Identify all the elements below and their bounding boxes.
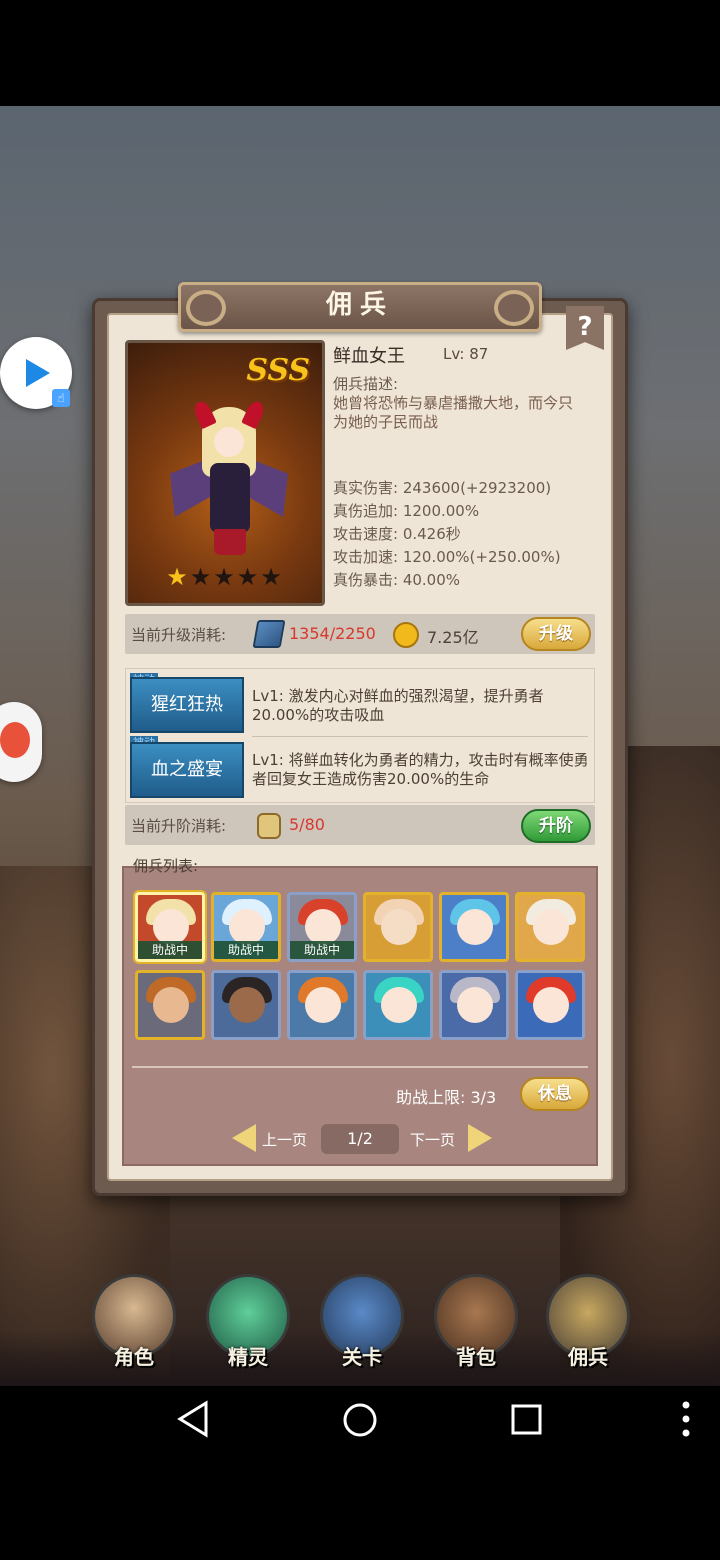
prev-page-arrow-icon[interactable] bbox=[232, 1124, 256, 1152]
description-text: 她曾将恐怖与暴虐播撒大地，而今只为她的子民而战 bbox=[333, 394, 574, 431]
mercenary-card[interactable] bbox=[211, 970, 281, 1040]
nav-label: 佣兵 bbox=[568, 1345, 608, 1369]
panel-title: 佣兵 bbox=[325, 290, 394, 320]
stat-attack-acceleration: 攻击加速: 120.00%(+250.00%) bbox=[333, 548, 561, 566]
hero-portrait: SSS ★★★★★ bbox=[125, 340, 325, 606]
stat-attack-speed: 攻击速度: 0.426秒 bbox=[333, 525, 461, 543]
recent-apps-icon[interactable] bbox=[510, 1403, 544, 1437]
description-label: 佣兵描述: bbox=[333, 375, 399, 393]
upgrade-button[interactable]: 升级 bbox=[521, 617, 591, 651]
star-icon-empty: ★ bbox=[260, 563, 284, 591]
book-cost: 1354/2250 bbox=[289, 624, 376, 643]
nav-label: 角色 bbox=[114, 1345, 154, 1369]
mercenary-card[interactable] bbox=[439, 970, 509, 1040]
prev-page-button[interactable]: 上一页 bbox=[262, 1129, 307, 1150]
gold-cost: 7.25亿 bbox=[427, 628, 479, 647]
mercenary-card[interactable]: 助战中 bbox=[135, 892, 205, 962]
tap-hand-icon: ☝ bbox=[52, 389, 70, 407]
skill-name-button[interactable]: 猩红狂热 bbox=[130, 677, 244, 733]
mercenary-card[interactable]: 助战中 bbox=[287, 892, 357, 962]
mercenary-card[interactable] bbox=[287, 970, 357, 1040]
advance-material-icon bbox=[257, 813, 281, 839]
mercenary-card[interactable]: 助战中 bbox=[211, 892, 281, 962]
nav-stage[interactable]: 关卡 bbox=[314, 1270, 410, 1380]
mercenary-card[interactable] bbox=[439, 892, 509, 962]
star-icon-filled: ★ bbox=[166, 563, 190, 591]
assisting-badge: 助战中 bbox=[290, 941, 354, 959]
more-options-icon[interactable] bbox=[682, 1400, 690, 1440]
advance-cost-bar: 当前升阶消耗: 5/80 升阶 bbox=[125, 805, 595, 845]
skill-divider bbox=[252, 736, 588, 737]
nav-label: 背包 bbox=[456, 1345, 496, 1369]
stat-true-damage: 真实伤害: 243600(+2923200) bbox=[333, 479, 552, 497]
skill-book-icon bbox=[252, 620, 286, 648]
gold-coin-icon bbox=[393, 622, 419, 648]
list-divider bbox=[132, 1066, 588, 1068]
rest-button[interactable]: 休息 bbox=[520, 1077, 590, 1111]
page-indicator: 1/2 bbox=[321, 1124, 399, 1154]
stat-true-damage-bonus: 真伤追加: 1200.00% bbox=[333, 502, 480, 520]
mercenary-card[interactable] bbox=[363, 892, 433, 962]
home-icon[interactable] bbox=[340, 1400, 380, 1440]
mercenary-card[interactable] bbox=[363, 970, 433, 1040]
hero-name: 鲜血女王 bbox=[333, 346, 405, 367]
hero-level: Lv: 87 bbox=[443, 345, 489, 363]
advance-cost-label: 当前升阶消耗: bbox=[131, 817, 227, 835]
nav-spirit[interactable]: 精灵 bbox=[200, 1270, 296, 1380]
nav-mercenary[interactable]: 佣兵 bbox=[540, 1270, 636, 1380]
nav-backpack[interactable]: 背包 bbox=[428, 1270, 524, 1380]
skill-description: Lv1: 激发内心对鲜血的强烈渴望，提升勇者20.00%的攻击吸血 bbox=[252, 687, 544, 724]
nav-label: 关卡 bbox=[342, 1345, 382, 1369]
next-page-arrow-icon[interactable] bbox=[468, 1124, 492, 1152]
assisting-badge: 助战中 bbox=[138, 941, 202, 959]
nav-character[interactable]: 角色 bbox=[86, 1270, 182, 1380]
floating-assistant-button[interactable] bbox=[0, 702, 42, 782]
star-icon-empty: ★ bbox=[189, 563, 214, 591]
assist-limit: 助战上限: 3/3 bbox=[396, 1088, 497, 1107]
mercenary-card[interactable] bbox=[135, 970, 205, 1040]
next-page-button[interactable]: 下一页 bbox=[410, 1129, 455, 1150]
mercenary-card[interactable] bbox=[515, 970, 585, 1040]
star-icon-empty: ★ bbox=[213, 563, 237, 591]
upgrade-cost-label: 当前升级消耗: bbox=[131, 626, 227, 644]
nav-label: 精灵 bbox=[228, 1345, 268, 1369]
advance-cost: 5/80 bbox=[289, 815, 325, 834]
star-icon-empty: ★ bbox=[236, 563, 261, 591]
play-icon bbox=[26, 359, 50, 387]
skill-description: Lv1: 将鲜血转化为勇者的精力，攻击时有概率使勇者回复女王造成伤害20.00%… bbox=[252, 751, 589, 788]
star-rating: ★★★★★ bbox=[128, 563, 322, 591]
mercenary-list-label: 佣兵列表: bbox=[133, 857, 199, 875]
skill-name-button[interactable]: 血之盛宴 bbox=[130, 742, 244, 798]
stat-true-crit: 真伤暴击: 40.00% bbox=[333, 571, 461, 589]
advance-button[interactable]: 升阶 bbox=[521, 809, 591, 843]
assistant-bird-icon bbox=[0, 722, 30, 758]
floating-video-button[interactable]: ☝ bbox=[0, 337, 72, 409]
hero-sprite bbox=[170, 398, 288, 557]
mercenary-card[interactable] bbox=[515, 892, 585, 962]
back-icon[interactable] bbox=[176, 1400, 210, 1438]
upgrade-cost-bar: 当前升级消耗: 1354/2250 7.25亿 升级 bbox=[125, 614, 595, 654]
rank-badge: SSS bbox=[246, 353, 310, 388]
assisting-badge: 助战中 bbox=[214, 941, 278, 959]
